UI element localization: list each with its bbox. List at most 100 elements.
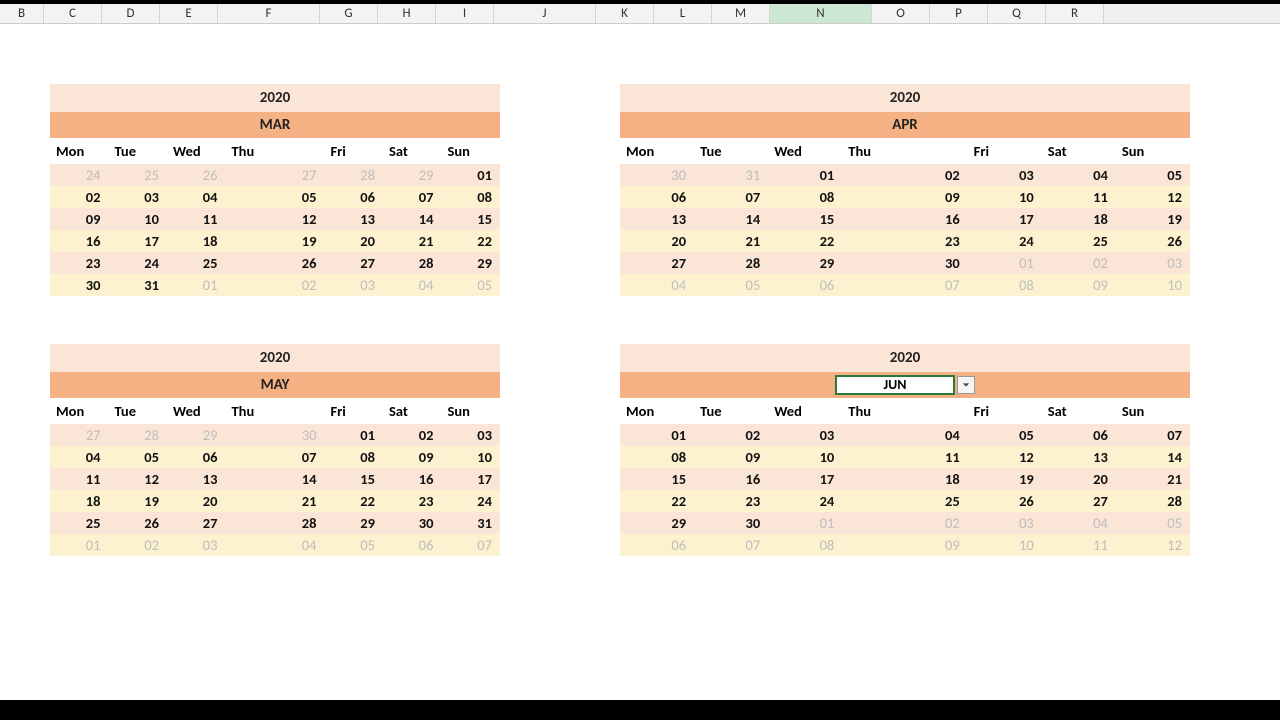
calendar-day[interactable]: 16 <box>383 468 442 490</box>
calendar-day[interactable]: 03 <box>768 424 842 446</box>
dropdown-icon[interactable] <box>957 376 975 394</box>
calendar-day[interactable]: 30 <box>620 164 694 186</box>
calendar-day[interactable]: 03 <box>442 424 501 446</box>
calendar-day[interactable]: 08 <box>325 446 384 468</box>
calendar-day[interactable]: 21 <box>383 230 442 252</box>
calendar-day[interactable]: 27 <box>325 252 384 274</box>
calendar-day[interactable]: 29 <box>325 512 384 534</box>
calendar-day[interactable]: 01 <box>768 164 842 186</box>
calendar-day[interactable]: 11 <box>1042 186 1116 208</box>
column-header-D[interactable]: D <box>102 4 160 23</box>
calendar-day[interactable]: 09 <box>1042 274 1116 296</box>
calendar-day[interactable]: 17 <box>442 468 501 490</box>
calendar-day[interactable]: 03 <box>968 512 1042 534</box>
calendar-day[interactable]: 01 <box>620 424 694 446</box>
calendar-day[interactable]: 04 <box>1042 512 1116 534</box>
calendar-day[interactable]: 23 <box>842 230 967 252</box>
calendar-day[interactable]: 03 <box>968 164 1042 186</box>
calendar-day[interactable]: 19 <box>109 490 168 512</box>
calendar-day[interactable]: 22 <box>620 490 694 512</box>
calendar-day[interactable]: 06 <box>620 534 694 556</box>
column-header-J[interactable]: J <box>494 4 596 23</box>
calendar-day[interactable]: 08 <box>968 274 1042 296</box>
calendar-day[interactable]: 14 <box>1116 446 1190 468</box>
column-header-O[interactable]: O <box>872 4 930 23</box>
calendar-day[interactable]: 25 <box>167 252 226 274</box>
calendar-day[interactable]: 20 <box>620 230 694 252</box>
calendar-day[interactable]: 11 <box>50 468 109 490</box>
calendar-day[interactable]: 11 <box>842 446 967 468</box>
calendar-day[interactable]: 09 <box>842 534 967 556</box>
column-header-P[interactable]: P <box>930 4 988 23</box>
calendar-day[interactable]: 26 <box>167 164 226 186</box>
calendar-day[interactable]: 04 <box>842 424 967 446</box>
calendar-day[interactable]: 08 <box>620 446 694 468</box>
calendar-day[interactable]: 07 <box>694 186 768 208</box>
month-select-cell[interactable]: JUN <box>835 375 955 395</box>
calendar-day[interactable]: 31 <box>694 164 768 186</box>
calendar-day[interactable]: 25 <box>1042 230 1116 252</box>
calendar-day[interactable]: 02 <box>694 424 768 446</box>
calendar-day[interactable]: 29 <box>620 512 694 534</box>
calendar-day[interactable]: 10 <box>109 208 168 230</box>
calendar-day[interactable]: 02 <box>50 186 109 208</box>
calendar-day[interactable]: 27 <box>167 512 226 534</box>
calendar-day[interactable]: 19 <box>226 230 325 252</box>
calendar-day[interactable]: 30 <box>694 512 768 534</box>
calendar-day[interactable]: 19 <box>968 468 1042 490</box>
calendar-day[interactable]: 14 <box>226 468 325 490</box>
calendar-day[interactable]: 20 <box>167 490 226 512</box>
calendar-day[interactable]: 16 <box>694 468 768 490</box>
calendar-day[interactable]: 06 <box>383 534 442 556</box>
calendar-day[interactable]: 18 <box>1042 208 1116 230</box>
calendar-day[interactable]: 09 <box>842 186 967 208</box>
column-header-N[interactable]: N <box>770 4 872 23</box>
calendar-day[interactable]: 02 <box>1042 252 1116 274</box>
calendar-day[interactable]: 02 <box>226 274 325 296</box>
calendar-day[interactable]: 28 <box>226 512 325 534</box>
calendar-day[interactable]: 04 <box>383 274 442 296</box>
calendar-day[interactable]: 21 <box>1116 468 1190 490</box>
calendar-day[interactable]: 23 <box>50 252 109 274</box>
calendar-day[interactable]: 10 <box>968 534 1042 556</box>
column-header-B[interactable]: B <box>0 4 44 23</box>
calendar-day[interactable]: 11 <box>1042 534 1116 556</box>
calendar-day[interactable]: 11 <box>167 208 226 230</box>
calendar-day[interactable]: 25 <box>109 164 168 186</box>
column-header-H[interactable]: H <box>378 4 436 23</box>
calendar-day[interactable]: 12 <box>109 468 168 490</box>
calendar-day[interactable]: 29 <box>768 252 842 274</box>
calendar-day[interactable]: 08 <box>442 186 501 208</box>
calendar-day[interactable]: 28 <box>325 164 384 186</box>
column-header-C[interactable]: C <box>44 4 102 23</box>
calendar-day[interactable]: 01 <box>325 424 384 446</box>
calendar-day[interactable]: 28 <box>383 252 442 274</box>
calendar-day[interactable]: 10 <box>768 446 842 468</box>
calendar-day[interactable]: 01 <box>50 534 109 556</box>
calendar-day[interactable]: 05 <box>109 446 168 468</box>
calendar-day[interactable]: 28 <box>1116 490 1190 512</box>
calendar-day[interactable]: 17 <box>768 468 842 490</box>
calendar-day[interactable]: 01 <box>442 164 501 186</box>
calendar-day[interactable]: 04 <box>620 274 694 296</box>
calendar-day[interactable]: 13 <box>167 468 226 490</box>
calendar-day[interactable]: 27 <box>1042 490 1116 512</box>
calendar-day[interactable]: 12 <box>968 446 1042 468</box>
calendar-day[interactable]: 26 <box>109 512 168 534</box>
column-header-K[interactable]: K <box>596 4 654 23</box>
calendar-day[interactable]: 03 <box>167 534 226 556</box>
calendar-day[interactable]: 08 <box>768 186 842 208</box>
calendar-day[interactable]: 08 <box>768 534 842 556</box>
calendar-day[interactable]: 17 <box>109 230 168 252</box>
column-header-Q[interactable]: Q <box>988 4 1046 23</box>
calendar-day[interactable]: 02 <box>109 534 168 556</box>
calendar-day[interactable]: 15 <box>768 208 842 230</box>
calendar-day[interactable]: 07 <box>694 534 768 556</box>
calendar-day[interactable]: 26 <box>1116 230 1190 252</box>
calendar-day[interactable]: 30 <box>842 252 967 274</box>
calendar-day[interactable]: 06 <box>768 274 842 296</box>
calendar-day[interactable]: 23 <box>383 490 442 512</box>
calendar-day[interactable]: 01 <box>167 274 226 296</box>
calendar-day[interactable]: 13 <box>325 208 384 230</box>
column-header-E[interactable]: E <box>160 4 218 23</box>
